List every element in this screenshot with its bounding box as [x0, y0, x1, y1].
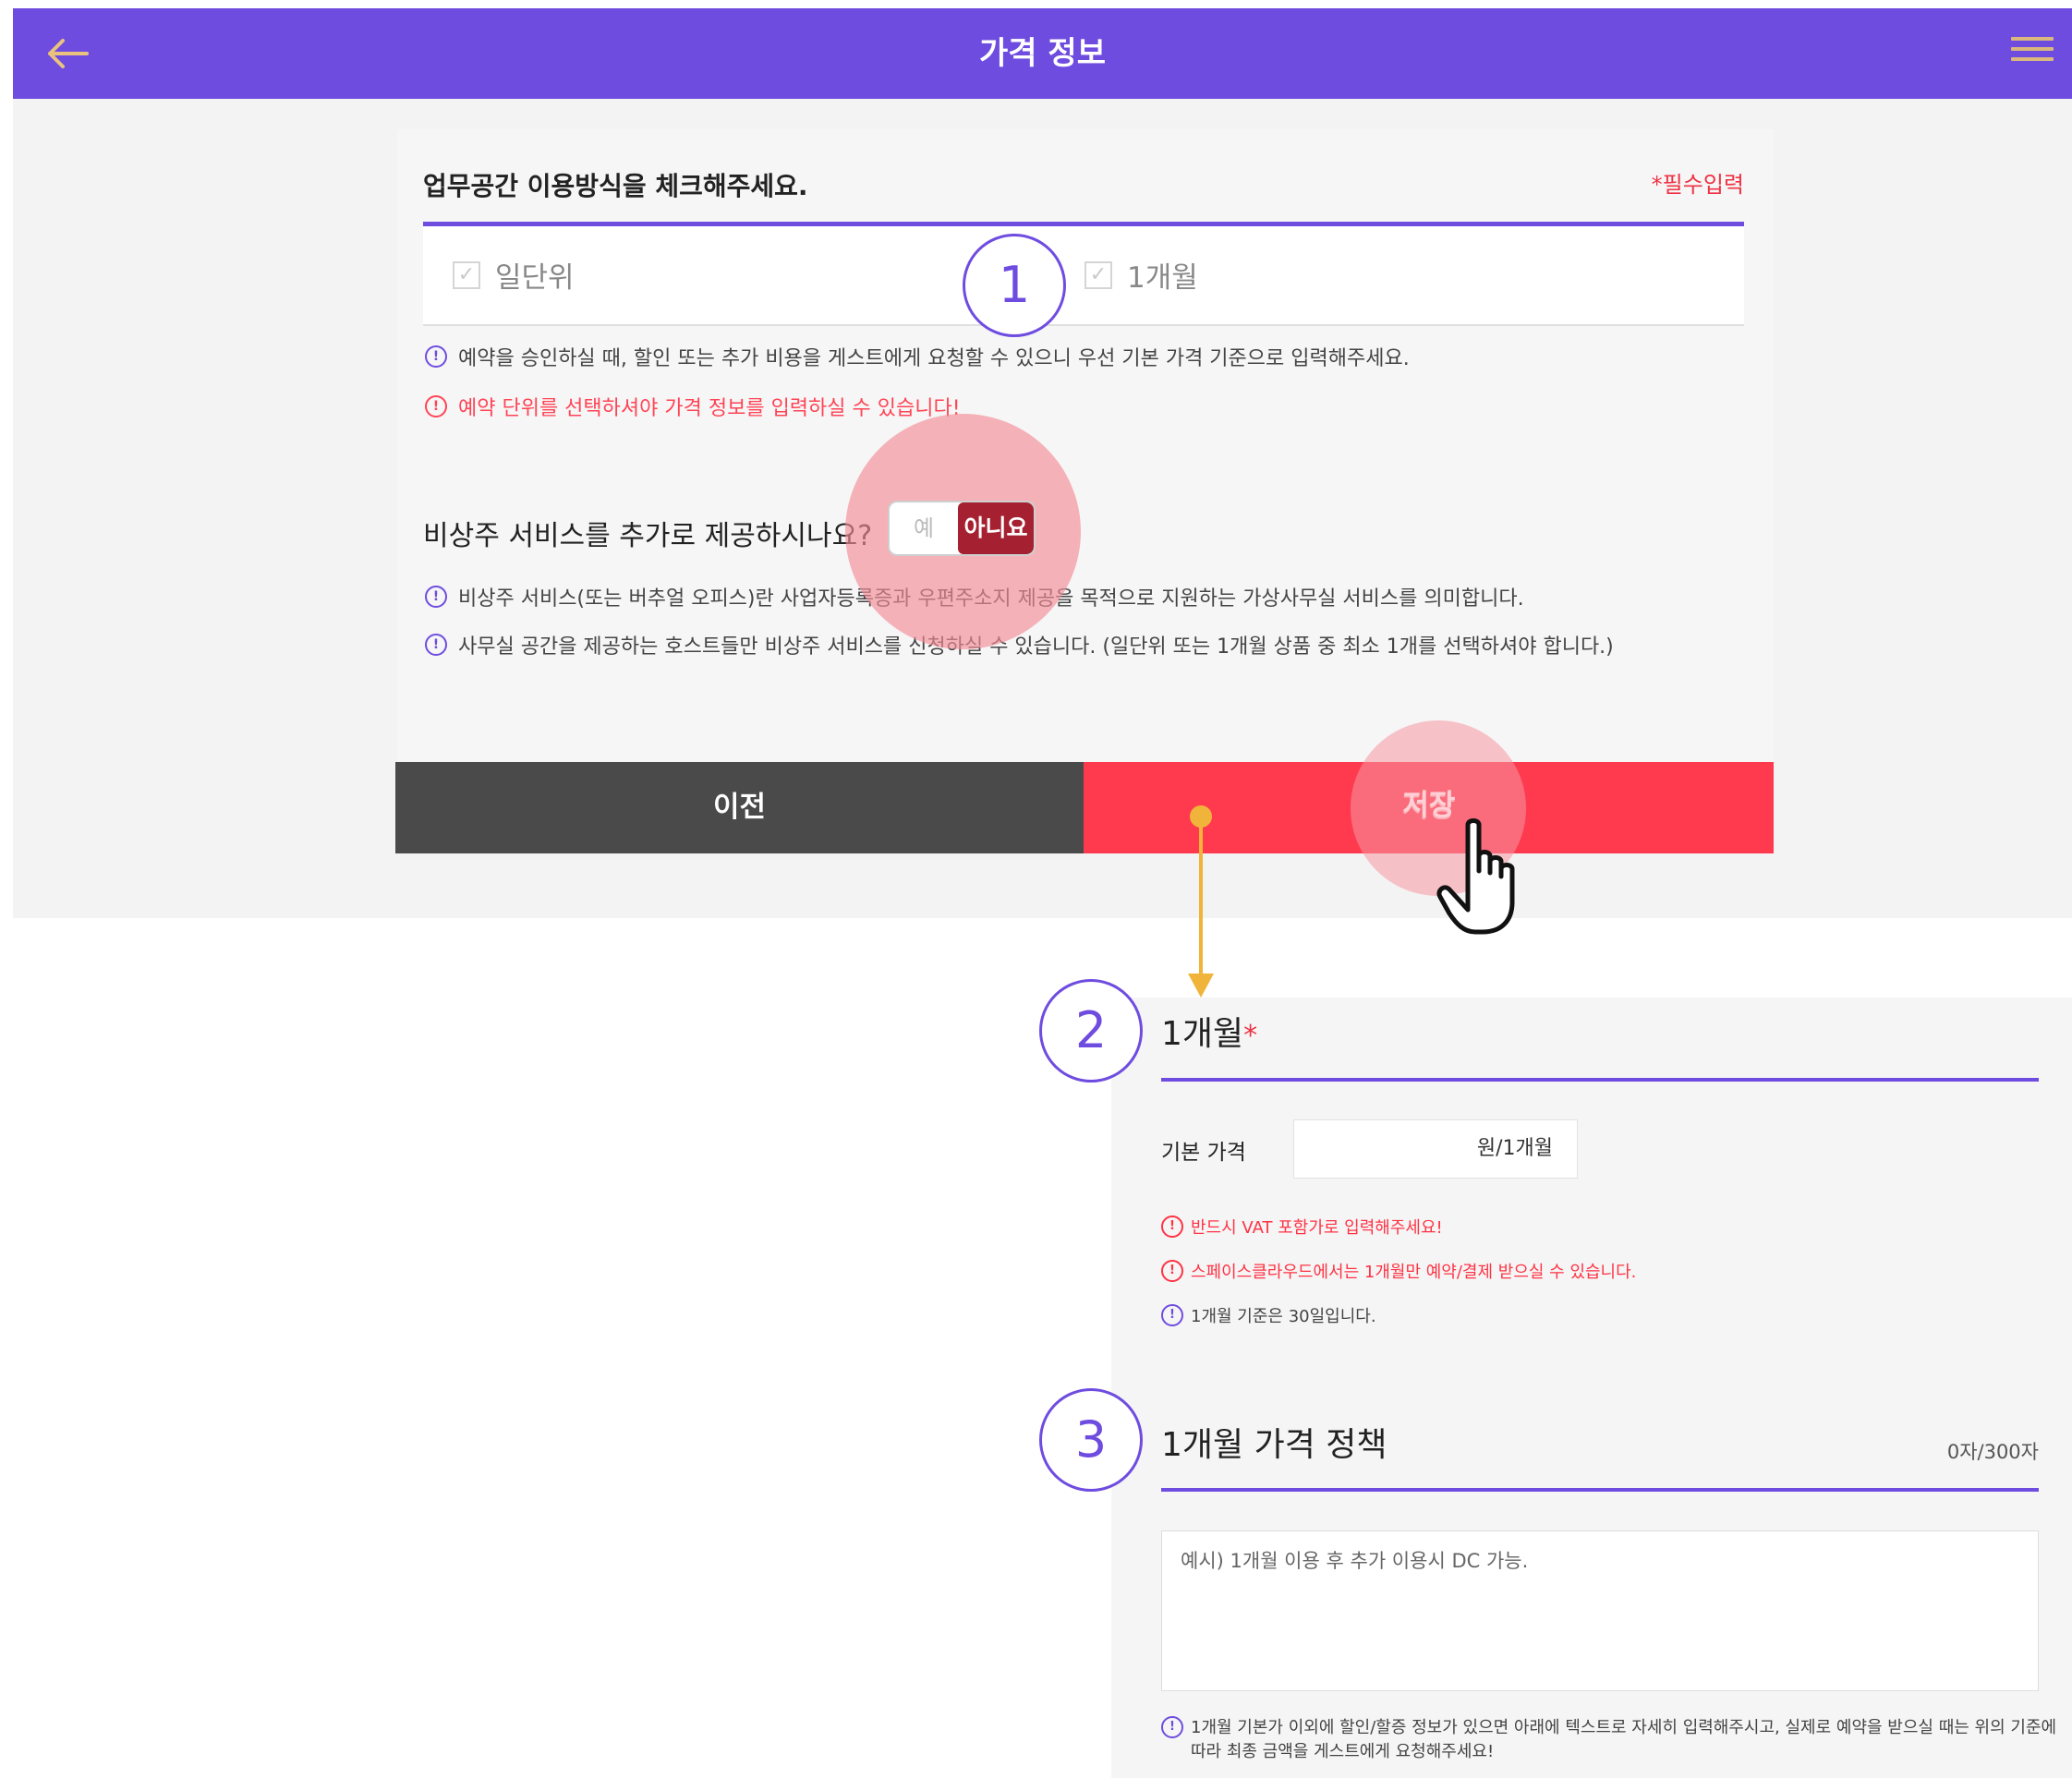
info-icon: ! — [1161, 1304, 1183, 1326]
top-app-bar: 가격 정보 — [13, 8, 2072, 99]
policy-info-note: ! 1개월 기본가 이외에 할인/할증 정보가 있으면 아래에 텍스트로 자세히… — [1161, 1716, 2056, 1764]
usage-options-row: ✓ 일단위 ✓ 1개월 — [423, 226, 1744, 326]
policy-textarea[interactable]: 예시) 1개월 이용 후 추가 이용시 DC 가능. — [1161, 1530, 2039, 1691]
usage-info-note: ! 예약을 승인하실 때, 할인 또는 추가 비용을 게스트에게 요청할 수 있… — [425, 342, 1410, 371]
vat-warning-note: ! 반드시 VAT 포함가로 입력해주세요! — [1161, 1215, 1443, 1239]
monthly-only-warning-note: ! 스페이스클라우드에서는 1개월만 예약/결제 받으실 수 있습니다. — [1161, 1259, 1636, 1283]
section-divider — [1161, 1488, 2039, 1492]
required-input-note: *필수입력 — [1651, 172, 1744, 198]
warning-icon: ! — [1161, 1260, 1183, 1282]
virtual-service-toggle[interactable]: 예 아니요 — [888, 501, 1036, 556]
info-icon: ! — [425, 586, 447, 608]
step-2-badge: 2 — [1039, 979, 1143, 1083]
base-price-input[interactable]: 원/1개월 — [1293, 1119, 1578, 1179]
flow-arrow — [1188, 805, 1214, 998]
option-monthly[interactable]: ✓ 1개월 — [1084, 254, 1198, 296]
option-daily[interactable]: ✓ 일단위 — [453, 254, 575, 296]
info-icon: ! — [425, 634, 447, 656]
char-count: 0자/300자 — [1946, 1441, 2039, 1463]
warning-icon: ! — [425, 395, 447, 417]
checkbox-daily[interactable]: ✓ — [453, 260, 480, 289]
hamburger-menu-icon[interactable] — [2011, 30, 2054, 73]
info-icon: ! — [425, 345, 447, 368]
base-price-label: 기본 가격 — [1161, 1141, 1246, 1165]
policy-section-title: 1개월 가격 정책 — [1161, 1426, 1387, 1464]
option-daily-label: 일단위 — [495, 261, 575, 295]
page-title: 가격 정보 — [979, 35, 1106, 72]
usage-section-title: 업무공간 이용방식을 체크해주세요. — [423, 171, 808, 201]
toggle-no-option[interactable]: 아니요 — [958, 502, 1034, 554]
checkbox-monthly[interactable]: ✓ — [1084, 260, 1112, 289]
prev-button[interactable]: 이전 — [395, 762, 1084, 853]
step-3-badge: 3 — [1039, 1388, 1143, 1492]
option-monthly-label: 1개월 — [1127, 261, 1198, 295]
required-mark: * — [1243, 1020, 1258, 1052]
info-icon: ! — [1161, 1716, 1183, 1738]
thirty-days-info-note: ! 1개월 기준은 30일입니다. — [1161, 1303, 1376, 1327]
section-divider — [1161, 1078, 2039, 1082]
usage-warning-note: ! 예약 단위를 선택하셔야 가격 정보를 입력하실 수 있습니다! — [425, 392, 961, 421]
toggle-yes-option[interactable]: 예 — [890, 502, 958, 554]
monthly-section-title: 1개월* — [1161, 1015, 1258, 1053]
hand-pointer-icon — [1436, 818, 1515, 935]
virtual-service-question: 비상주 서비스를 추가로 제공하시나요? — [423, 520, 873, 552]
step-1-badge: 1 — [963, 234, 1066, 337]
warning-icon: ! — [1161, 1216, 1183, 1238]
